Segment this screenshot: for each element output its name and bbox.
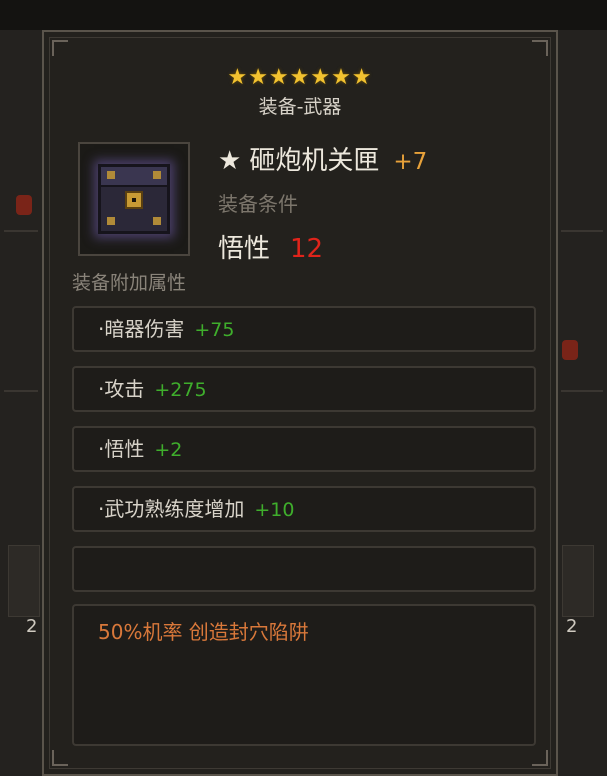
item-title: ★ 砸炮机关匣 +7 [218,140,427,177]
chest-rivet [107,217,115,225]
attribute-name: ·武功熟练度增加 [98,497,245,521]
corner-ornament [52,40,68,56]
background-item-icon [562,340,578,360]
attribute-row: ·攻击 +275 [72,366,536,412]
item-icon-frame [78,142,190,256]
background-slot[interactable] [8,545,40,617]
attribute-bonus: +10 [254,499,295,521]
mechanism-chest-icon [98,164,170,234]
background-slot-count: 2 [566,616,578,637]
chest-rivet [153,171,161,179]
item-tooltip: ★★★★★★★ 装备-武器 ★ 砸炮机关匣 +7 装备条件 悟性 12 装备附加属性 … [42,30,558,776]
item-category: 装备-武器 [258,96,342,118]
attribute-name: ·暗器伤害 [98,317,185,341]
background-slot-count: 2 [26,616,38,637]
divider [4,390,38,392]
attribute-bonus: +275 [154,379,207,401]
attributes-header: 装备附加属性 [72,272,187,294]
attribute-row: ·悟性 +2 [72,426,536,472]
requirement-stat: 悟性 12 [218,228,323,265]
corner-ornament [52,750,68,766]
chest-rivet [107,171,115,179]
requirement-stat-value: 12 [290,234,324,264]
background-right-panel [555,30,607,776]
attribute-bonus: +75 [194,319,235,341]
attribute-row-empty [72,546,536,592]
special-effect-text: 50%机率 创造封穴陷阱 [98,620,309,644]
special-effect-box: 50%机率 创造封穴陷阱 [72,604,536,746]
chest-lock [125,191,143,209]
divider [561,390,603,392]
chest-rivet [153,217,161,225]
divider [4,230,38,232]
divider [561,230,603,232]
background-top-bar [0,0,607,32]
attribute-name: ·攻击 [98,377,145,401]
attribute-row: ·暗器伤害 +75 [72,306,536,352]
background-slot[interactable] [562,545,594,617]
item-enhance-level: +7 [393,149,428,175]
attribute-row: ·武功熟练度增加 +10 [72,486,536,532]
corner-ornament [532,750,548,766]
background-left-panel [0,30,44,776]
item-star-mark: ★ [218,146,242,176]
attribute-bonus: +2 [154,439,183,461]
corner-ornament [532,40,548,56]
item-name: 砸炮机关匣 [249,146,380,176]
requirement-stat-name: 悟性 [218,234,271,264]
requirement-label: 装备条件 [218,192,298,216]
star-rating: ★★★★★★★ [227,65,373,90]
background-item-icon [16,195,32,215]
attribute-name: ·悟性 [98,437,145,461]
